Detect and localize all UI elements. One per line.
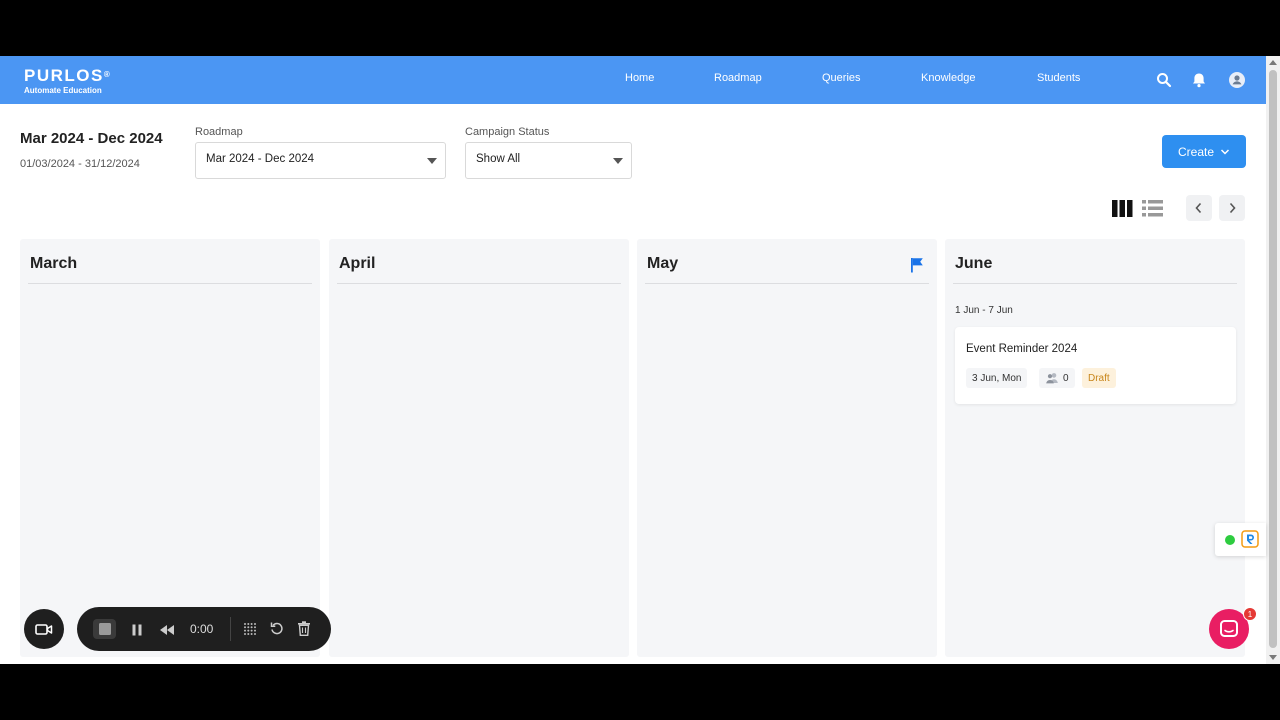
nav-roadmap[interactable]: Roadmap xyxy=(714,72,762,84)
nav-students[interactable]: Students xyxy=(1037,72,1080,84)
pause-icon xyxy=(132,624,142,636)
app-window: PURLOS® Automate Education Home Roadmap … xyxy=(0,56,1280,664)
app-logo-icon xyxy=(1241,530,1259,553)
trash-icon xyxy=(298,621,310,636)
chevron-right-icon xyxy=(1229,202,1236,214)
flag-icon[interactable] xyxy=(910,257,924,278)
brand-logo[interactable]: PURLOS® Automate Education xyxy=(24,66,110,96)
month-column-june: June 1 Jun - 7 Jun Event Reminder 2024 3… xyxy=(945,239,1245,657)
recording-toolbar: 0:00 xyxy=(77,607,331,651)
delete-button[interactable] xyxy=(297,621,311,641)
bell-icon[interactable] xyxy=(1190,71,1208,89)
registered-mark: ® xyxy=(103,70,110,79)
side-widget[interactable] xyxy=(1215,523,1266,556)
stop-button[interactable] xyxy=(93,619,116,639)
month-title: March xyxy=(30,255,78,272)
status-badge: Draft xyxy=(1082,368,1116,388)
online-status-dot xyxy=(1225,535,1235,545)
page-scrollbar[interactable] xyxy=(1266,56,1280,664)
recipients-chip: 0 xyxy=(1039,368,1075,388)
create-button-label: Create xyxy=(1177,144,1215,159)
scroll-up-arrow-icon[interactable] xyxy=(1269,60,1277,65)
chevron-down-icon xyxy=(1220,148,1230,155)
caret-down-icon xyxy=(427,158,437,164)
nav-knowledge[interactable]: Knowledge xyxy=(921,72,975,84)
user-avatar-icon[interactable] xyxy=(1228,71,1246,89)
restart-button[interactable] xyxy=(270,621,284,641)
grid-button[interactable] xyxy=(243,622,257,641)
month-title: April xyxy=(339,255,376,272)
scroll-down-arrow-icon[interactable] xyxy=(1269,655,1277,660)
camera-toggle-button[interactable] xyxy=(24,609,64,649)
month-column-may: May xyxy=(637,239,937,657)
rewind-icon xyxy=(160,625,174,635)
chevron-left-icon xyxy=(1195,202,1202,214)
recipients-count: 0 xyxy=(1063,372,1069,384)
prev-page-button[interactable] xyxy=(1186,195,1212,221)
divider xyxy=(337,283,621,284)
campaign-card[interactable]: Event Reminder 2024 3 Jun, Mon 0 Draft xyxy=(955,327,1236,404)
search-icon[interactable] xyxy=(1155,71,1173,89)
month-title: June xyxy=(955,255,993,272)
nav-home[interactable]: Home xyxy=(625,72,654,84)
roadmap-label: Roadmap xyxy=(195,126,243,138)
top-header: PURLOS® Automate Education Home Roadmap … xyxy=(0,56,1266,104)
pause-button[interactable] xyxy=(131,623,143,641)
month-column-april: April xyxy=(329,239,629,657)
recording-timer: 0:00 xyxy=(190,622,214,636)
roadmap-select-value: Mar 2024 - Dec 2024 xyxy=(206,153,315,165)
rewind-button[interactable] xyxy=(159,623,175,641)
campaign-status-select[interactable]: Show All xyxy=(465,142,632,179)
campaign-date: 3 Jun, Mon xyxy=(972,372,1022,384)
caret-down-icon xyxy=(613,158,623,164)
week-label: 1 Jun - 7 Jun xyxy=(955,305,1013,316)
month-title: May xyxy=(647,255,679,272)
video-camera-icon xyxy=(35,623,53,635)
campaign-title: Event Reminder 2024 xyxy=(966,343,1078,355)
create-button[interactable]: Create xyxy=(1162,135,1246,168)
campaign-status-value: Show All xyxy=(476,153,521,165)
date-range-title: Mar 2024 - Dec 2024 xyxy=(20,130,163,147)
stop-icon xyxy=(98,623,111,635)
notification-badge: 1 xyxy=(1243,607,1257,621)
divider xyxy=(230,617,231,641)
campaign-date-chip: 3 Jun, Mon xyxy=(966,368,1028,388)
date-range-dates: 01/03/2024 - 31/12/2024 xyxy=(20,158,140,170)
month-column-march: March xyxy=(20,239,320,657)
divider xyxy=(28,283,312,284)
brand-name: PURLOS xyxy=(24,66,104,85)
board-view-icon[interactable] xyxy=(1112,200,1133,222)
list-view-icon[interactable] xyxy=(1142,200,1163,222)
users-icon xyxy=(1046,373,1058,384)
divider xyxy=(645,283,929,284)
chat-icon xyxy=(1220,620,1238,637)
nav-queries[interactable]: Queries xyxy=(822,72,861,84)
brand-tagline: Automate Education xyxy=(24,86,102,95)
status-badge-label: Draft xyxy=(1088,372,1110,384)
restart-icon xyxy=(270,622,283,635)
next-page-button[interactable] xyxy=(1219,195,1245,221)
scrollbar-thumb[interactable] xyxy=(1269,70,1277,648)
campaign-status-label: Campaign Status xyxy=(465,126,550,138)
roadmap-select[interactable]: Mar 2024 - Dec 2024 xyxy=(195,142,446,179)
divider xyxy=(953,283,1237,284)
grid-dots-icon xyxy=(244,623,256,635)
